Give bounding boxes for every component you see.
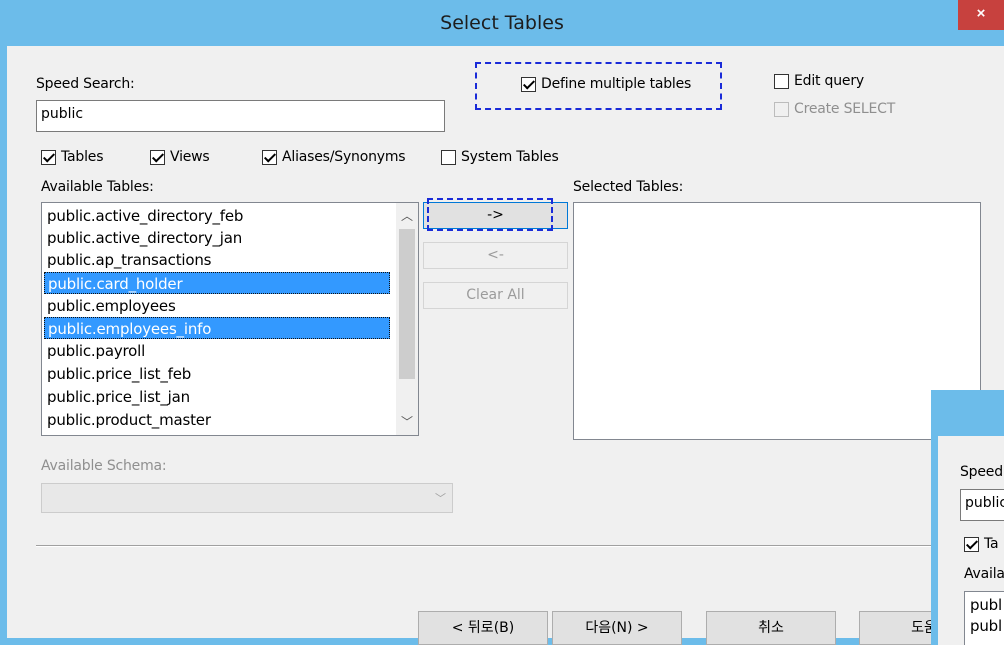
scroll-thumb[interactable] (399, 229, 415, 379)
back-button[interactable]: < 뒤로(B) (418, 611, 548, 645)
dialog-body: Speed Search: public Define multiple tab… (7, 46, 1004, 645)
filter-views-checkbox[interactable]: Views (150, 149, 210, 165)
list-item[interactable]: public.price_list_jan (44, 386, 390, 408)
list-item[interactable]: public.employees (44, 295, 390, 317)
chevron-down-icon: ﹀ (435, 493, 446, 505)
dialog-title: Select Tables (440, 12, 564, 34)
create-select-label: Create SELECT (794, 101, 896, 117)
overlay-available-list[interactable]: publ publ (964, 591, 1004, 645)
filter-aliases-box[interactable] (262, 149, 277, 165)
define-multiple-label: Define multiple tables (541, 76, 692, 92)
list-item[interactable]: public.product_master (44, 409, 390, 431)
filter-tables-box[interactable] (41, 149, 56, 165)
filter-aliases-label: Aliases/Synonyms (282, 149, 406, 165)
overlay-tables-checkbox[interactable]: Ta (964, 536, 999, 552)
available-schema-label: Available Schema: (41, 458, 167, 474)
cancel-button[interactable]: 취소 (706, 611, 836, 645)
list-item[interactable]: public.payroll (44, 340, 390, 362)
edit-query-checkbox[interactable]: Edit query (774, 73, 864, 89)
available-tables-label: Available Tables: (41, 179, 154, 195)
selected-tables-label: Selected Tables: (573, 179, 684, 195)
list-item[interactable]: public.price_list_feb (44, 363, 390, 385)
filter-system-tables-checkbox[interactable]: System Tables (441, 149, 559, 165)
list-item[interactable]: public.active_directory_jan (44, 227, 390, 249)
next-button[interactable]: 다음(N) > (552, 611, 682, 645)
filter-system-label: System Tables (461, 149, 559, 165)
filter-tables-checkbox[interactable]: Tables (41, 149, 104, 165)
overlay-search-input[interactable]: public (960, 489, 1004, 521)
overlay-available-label: Availa (964, 566, 1004, 582)
speed-search-input[interactable]: public (36, 100, 445, 132)
filter-views-box[interactable] (150, 149, 165, 165)
list-item[interactable]: public.ap_transactions (44, 249, 390, 271)
overlay-tables-label: Ta (984, 536, 999, 552)
filter-views-label: Views (170, 149, 210, 165)
edit-query-label: Edit query (794, 73, 864, 89)
speed-search-label: Speed Search: (36, 76, 135, 92)
available-tables-list[interactable]: public.active_directory_feb public.activ… (41, 202, 419, 436)
overlay-dialog-body: Speed public Ta Availa publ publ (938, 436, 1004, 645)
overlay-tables-box[interactable] (964, 536, 979, 552)
clear-all-button[interactable]: Clear All (423, 282, 568, 309)
define-multiple-checkbox-box[interactable] (521, 76, 536, 92)
title-bar[interactable]: Select Tables × (0, 0, 1004, 46)
footer-separator-highlight (36, 546, 976, 547)
selected-tables-list[interactable] (573, 202, 981, 440)
define-multiple-tables-checkbox[interactable]: Define multiple tables (521, 76, 691, 92)
available-schema-combo[interactable]: ﹀ (41, 483, 453, 513)
list-item-selected[interactable]: public.employees_info (44, 317, 390, 339)
close-button[interactable]: × (958, 0, 1004, 30)
edit-query-checkbox-box[interactable] (774, 73, 789, 89)
scroll-down-icon[interactable]: ﹀ (396, 411, 418, 433)
scroll-up-icon[interactable]: ︿ (396, 205, 418, 227)
add-table-button[interactable]: -> (423, 202, 568, 229)
create-select-checkbox-box[interactable] (774, 101, 789, 117)
overlay-speed-label: Speed (960, 464, 1003, 480)
list-item[interactable]: publ (967, 594, 1002, 616)
available-tables-scrollbar[interactable]: ︿ ﹀ (396, 203, 418, 435)
filter-aliases-checkbox[interactable]: Aliases/Synonyms (262, 149, 406, 165)
list-item[interactable]: publ (967, 615, 1002, 637)
remove-table-button[interactable]: <- (423, 242, 568, 269)
create-select-checkbox[interactable]: Create SELECT (774, 101, 895, 117)
list-item-selected[interactable]: public.card_holder (44, 272, 390, 294)
overlay-dialog: Speed public Ta Availa publ publ (931, 390, 1004, 645)
filter-tables-label: Tables (61, 149, 104, 165)
list-item[interactable]: public.active_directory_feb (44, 205, 390, 227)
select-tables-dialog: Select Tables × Speed Search: public Def… (0, 0, 1004, 645)
filter-system-box[interactable] (441, 149, 456, 165)
